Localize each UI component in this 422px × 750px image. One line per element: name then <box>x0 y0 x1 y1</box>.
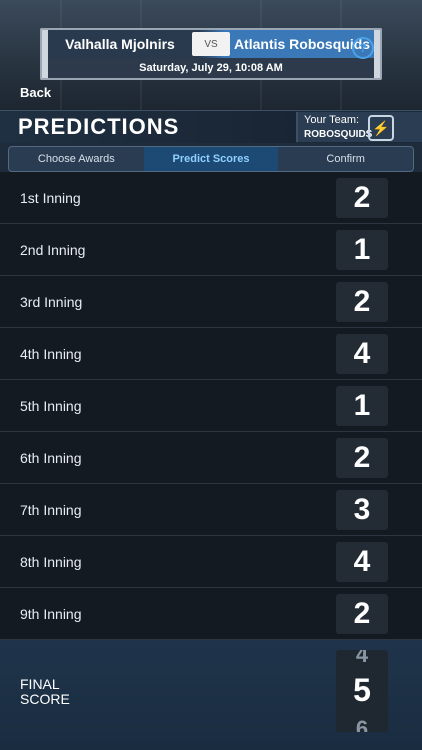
inning-score-picker[interactable]: 2 <box>336 282 388 322</box>
inning-score-picker[interactable]: 4 <box>336 542 388 582</box>
innings-list: 1st Inning 2 2nd Inning 1 3rd Inning 2 4… <box>0 172 422 640</box>
inning-row: 8th Inning 4 <box>0 536 422 588</box>
inning-label: 1st Inning <box>20 190 81 206</box>
step-confirm[interactable]: Confirm <box>278 147 413 171</box>
home-team: Valhalla Mjolnirs <box>65 36 175 52</box>
predictions-titlebar: PREDICTIONS Your Team: ROBOSQUIDS ⚡ <box>0 110 422 143</box>
inning-score-picker[interactable]: 3 <box>336 490 388 530</box>
inning-score-picker[interactable]: 1 <box>336 386 388 426</box>
inning-label: 4th Inning <box>20 346 82 362</box>
inning-label: 5th Inning <box>20 398 82 414</box>
inning-label: 9th Inning <box>20 606 82 622</box>
inning-score-picker[interactable]: 2 <box>336 594 388 634</box>
back-button[interactable]: Back <box>20 85 51 100</box>
help-icon[interactable]: ? <box>352 37 374 59</box>
final-score-prev-value[interactable]: 4 <box>336 650 388 668</box>
inning-label: 7th Inning <box>20 502 82 518</box>
final-score-label: FINAL SCORE <box>20 676 70 707</box>
your-team-name: ROBOSQUIDS <box>304 129 373 140</box>
vs-badge: VS <box>192 32 230 56</box>
inning-row: 7th Inning 3 <box>0 484 422 536</box>
progress-steps: Choose Awards Predict Scores Confirm <box>0 143 422 173</box>
matchup-card: Valhalla Mjolnirs VS Atlantis Robosquids… <box>40 28 382 80</box>
inning-label: 2nd Inning <box>20 242 86 258</box>
inning-score-picker[interactable]: 1 <box>336 230 388 270</box>
inning-row: 5th Inning 1 <box>0 380 422 432</box>
inning-row: 4th Inning 4 <box>0 328 422 380</box>
inning-row: 1st Inning 2 <box>0 172 422 224</box>
inning-row: 3rd Inning 2 <box>0 276 422 328</box>
game-header: Valhalla Mjolnirs VS Atlantis Robosquids… <box>0 0 422 110</box>
inning-score-picker[interactable]: 2 <box>336 438 388 478</box>
game-date: Saturday, July 29, 10:08 AM <box>48 58 374 78</box>
inning-row: 2nd Inning 1 <box>0 224 422 276</box>
inning-row: 6th Inning 2 <box>0 432 422 484</box>
inning-score-picker[interactable]: 4 <box>336 334 388 374</box>
page-title: PREDICTIONS <box>0 111 296 143</box>
lightning-icon: ⚡ <box>368 115 394 141</box>
inning-row: 9th Inning 2 <box>0 588 422 640</box>
inning-label: 3rd Inning <box>20 294 83 310</box>
final-score-next-value[interactable]: 6 <box>336 716 388 732</box>
inning-score-picker[interactable]: 2 <box>336 178 388 218</box>
step-choose-awards[interactable]: Choose Awards <box>9 147 144 171</box>
your-team-box: Your Team: ROBOSQUIDS ⚡ <box>296 112 422 142</box>
final-score-picker[interactable]: 4 5 6 <box>336 650 388 732</box>
final-score-value[interactable]: 5 <box>336 672 388 709</box>
inning-label: 6th Inning <box>20 450 82 466</box>
step-predict-scores[interactable]: Predict Scores <box>143 147 279 171</box>
final-score-row: FINAL SCORE 4 5 6 <box>0 640 422 750</box>
inning-label: 8th Inning <box>20 554 82 570</box>
your-team-label: Your Team: <box>304 114 360 126</box>
